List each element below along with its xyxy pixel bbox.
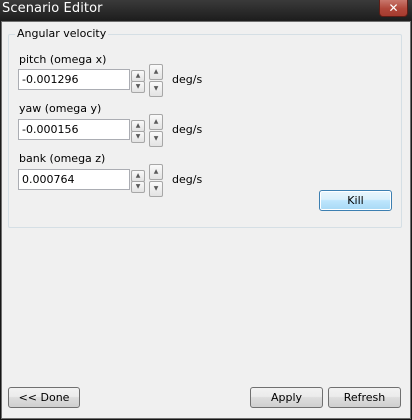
down-arrow-icon: ▼ — [135, 183, 141, 190]
pitch-coarse-up-button[interactable]: ▲ — [149, 64, 163, 80]
group-title: Angular velocity — [15, 27, 109, 40]
apply-button[interactable]: Apply — [250, 387, 323, 408]
up-arrow-icon: ▲ — [153, 68, 159, 75]
done-button[interactable]: << Done — [8, 387, 80, 408]
yaw-unit: deg/s — [172, 123, 203, 136]
down-arrow-icon: ▼ — [153, 85, 159, 92]
pitch-input[interactable]: -0.001296 — [18, 69, 130, 90]
close-icon: ✕ — [388, 1, 399, 15]
down-arrow-icon: ▼ — [153, 185, 159, 192]
up-arrow-icon: ▲ — [135, 72, 141, 79]
bank-fine-down-button[interactable]: ▼ — [131, 181, 145, 193]
kill-button[interactable]: Kill — [319, 190, 392, 211]
up-arrow-icon: ▲ — [135, 172, 141, 179]
pitch-unit: deg/s — [172, 73, 203, 86]
yaw-input[interactable]: -0.000156 — [18, 119, 130, 140]
title-bar[interactable]: Scenario Editor ✕ — [0, 0, 412, 20]
yaw-coarse-down-button[interactable]: ▼ — [149, 131, 163, 147]
pitch-fine-down-button[interactable]: ▼ — [131, 81, 145, 93]
pitch-label: pitch (omega x) — [19, 53, 107, 66]
down-arrow-icon: ▼ — [135, 83, 141, 90]
angular-velocity-group: Angular velocity pitch (omega x) -0.0012… — [8, 27, 402, 228]
close-button[interactable]: ✕ — [379, 0, 408, 17]
bank-coarse-down-button[interactable]: ▼ — [149, 181, 163, 197]
down-arrow-icon: ▼ — [135, 133, 141, 140]
window-title: Scenario Editor — [2, 1, 103, 16]
client-area: Angular velocity pitch (omega x) -0.0012… — [1, 21, 411, 419]
bank-input[interactable]: 0.000764 — [18, 169, 130, 190]
up-arrow-icon: ▲ — [153, 168, 159, 175]
refresh-button[interactable]: Refresh — [328, 387, 401, 408]
down-arrow-icon: ▼ — [153, 135, 159, 142]
bank-coarse-up-button[interactable]: ▲ — [149, 164, 163, 180]
yaw-fine-down-button[interactable]: ▼ — [131, 131, 145, 143]
yaw-coarse-up-button[interactable]: ▲ — [149, 114, 163, 130]
pitch-coarse-down-button[interactable]: ▼ — [149, 81, 163, 97]
bank-unit: deg/s — [172, 173, 203, 186]
bank-label: bank (omega z) — [19, 152, 106, 165]
up-arrow-icon: ▲ — [135, 122, 141, 129]
scenario-editor-window: Scenario Editor ✕ Angular velocity pitch… — [0, 0, 412, 420]
up-arrow-icon: ▲ — [153, 118, 159, 125]
yaw-label: yaw (omega y) — [19, 102, 102, 115]
